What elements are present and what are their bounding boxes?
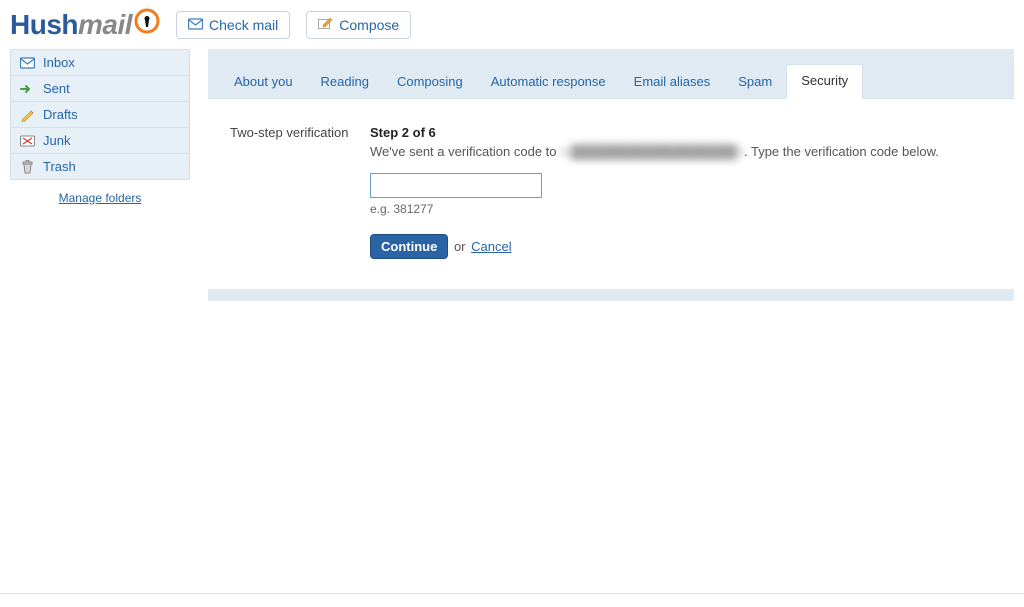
folder-list: Inbox Sent Drafts Junk Trash [10,49,190,180]
logo[interactable]: Hushmail [10,8,160,41]
inbox-icon [19,56,35,70]
check-mail-button[interactable]: Check mail [176,11,290,39]
settings-tabs: About you Reading Composing Automatic re… [208,49,1014,99]
header: Hushmail Check mail Compose [0,0,1024,49]
tab-security[interactable]: Security [786,64,863,99]
tab-email-aliases[interactable]: Email aliases [620,66,725,99]
container: Inbox Sent Drafts Junk Trash Manage fold… [0,49,1024,313]
sidebar-item-sent[interactable]: Sent [11,76,189,102]
instruction-prefix: We've sent a verification code to [370,144,560,159]
folder-label: Inbox [43,55,75,70]
two-step-row: Two-step verification Step 2 of 6 We've … [230,125,992,259]
sidebar: Inbox Sent Drafts Junk Trash Manage fold… [10,49,190,301]
code-hint: e.g. 381277 [370,202,992,216]
logo-text-hush: Hush [10,9,78,41]
compose-button[interactable]: Compose [306,11,411,39]
tab-reading[interactable]: Reading [307,66,383,99]
action-row: Continue or Cancel [370,234,992,259]
continue-button[interactable]: Continue [370,234,448,259]
footer-divider [0,593,1024,607]
manage-folders-link[interactable]: Manage folders [59,191,142,205]
verification-code-input[interactable] [370,173,542,198]
compose-label: Compose [339,17,399,33]
folder-label: Drafts [43,107,78,122]
sent-icon [19,82,35,96]
folder-label: Sent [43,81,70,96]
instruction-suffix: . Type the verification code below. [744,144,939,159]
drafts-icon [19,108,35,122]
keyhole-icon [134,8,160,34]
sidebar-item-inbox[interactable]: Inbox [11,50,189,76]
folder-label: Trash [43,159,76,174]
tab-about-you[interactable]: About you [220,66,307,99]
main-panel: About you Reading Composing Automatic re… [208,49,1014,301]
instruction-text: We've sent a verification code to m█████… [370,144,992,159]
compose-icon [318,17,333,33]
folder-label: Junk [43,133,70,148]
sidebar-item-trash[interactable]: Trash [11,154,189,179]
sidebar-item-junk[interactable]: Junk [11,128,189,154]
manage-folders: Manage folders [10,180,190,215]
sidebar-item-drafts[interactable]: Drafts [11,102,189,128]
tab-automatic-response[interactable]: Automatic response [477,66,620,99]
tab-spam[interactable]: Spam [724,66,786,99]
step-title: Step 2 of 6 [370,125,992,140]
check-mail-label: Check mail [209,17,278,33]
tab-composing[interactable]: Composing [383,66,477,99]
tab-content: Two-step verification Step 2 of 6 We've … [208,99,1014,289]
trash-icon [19,160,35,174]
logo-text-mail: mail [78,9,132,41]
or-text: or [454,239,466,254]
section-label: Two-step verification [230,125,370,259]
form-column: Step 2 of 6 We've sent a verification co… [370,125,992,259]
junk-icon [19,134,35,148]
masked-email: m██████████████████n [560,144,744,159]
mail-icon [188,17,203,33]
cancel-link[interactable]: Cancel [471,239,511,254]
